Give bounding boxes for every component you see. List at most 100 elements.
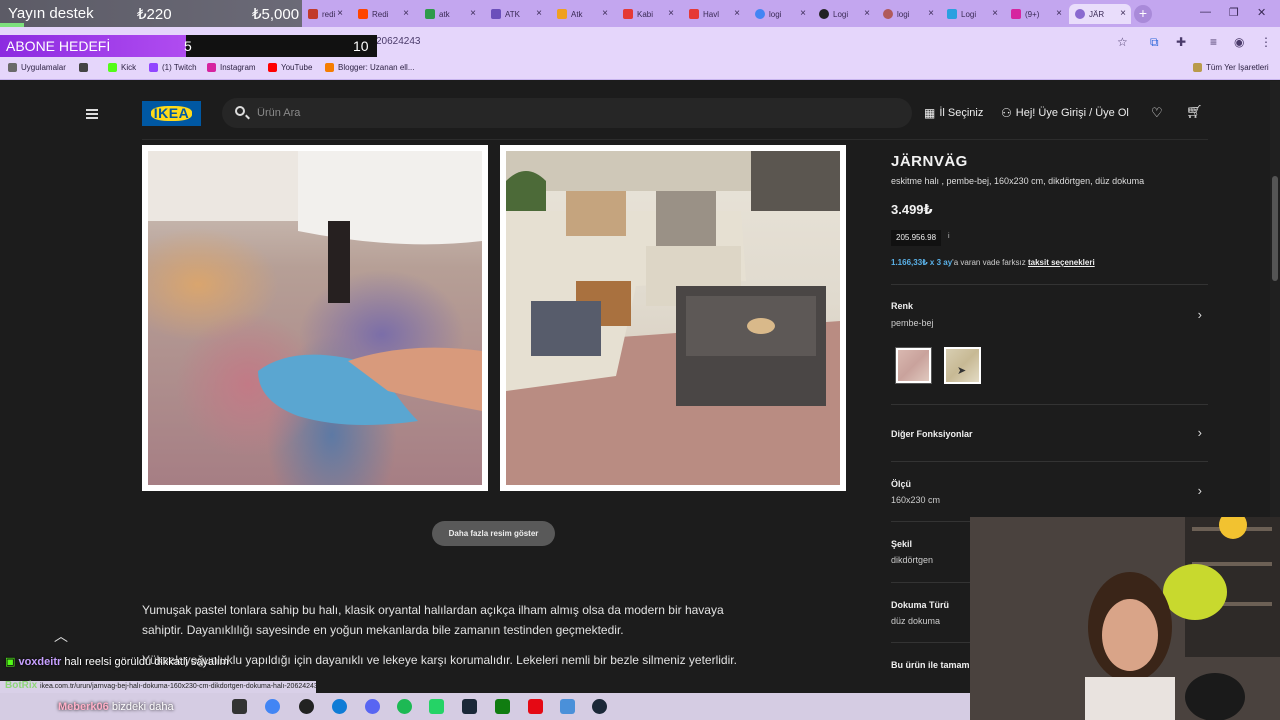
tab-favicon bbox=[308, 9, 318, 19]
url-text[interactable]: 20624243 bbox=[376, 36, 421, 47]
browser-tab[interactable]: logi × bbox=[877, 4, 939, 24]
product-image-livingroom[interactable] bbox=[500, 145, 846, 491]
browser-tab[interactable]: Logi × bbox=[813, 4, 875, 24]
discord-icon[interactable] bbox=[365, 699, 380, 714]
steam-icon[interactable] bbox=[462, 699, 477, 714]
bookmark-twitch[interactable]: (1) Twitch bbox=[149, 63, 197, 72]
chevron-right-icon[interactable]: › bbox=[1198, 483, 1202, 498]
close-icon[interactable]: × bbox=[602, 8, 608, 19]
tab-favicon bbox=[755, 9, 765, 19]
chat-text: bizdeki daha bbox=[111, 701, 174, 713]
sub-goal-current: 5 bbox=[184, 38, 192, 54]
close-icon[interactable]: × bbox=[1120, 8, 1126, 19]
menu-icon[interactable]: ⋮ bbox=[1260, 35, 1272, 49]
chevron-right-icon[interactable]: › bbox=[1198, 425, 1202, 440]
heart-icon[interactable]: ♡ bbox=[1151, 105, 1163, 121]
browser-tab[interactable]: Kabi × bbox=[617, 4, 679, 24]
whatsapp-icon[interactable] bbox=[429, 699, 444, 714]
close-icon[interactable]: × bbox=[928, 8, 934, 19]
new-tab-button[interactable]: + bbox=[1134, 5, 1152, 23]
reading-list-icon[interactable]: ≡ bbox=[1210, 35, 1217, 49]
settings-icon[interactable] bbox=[560, 699, 575, 714]
search-icon bbox=[235, 106, 245, 116]
ikea-logo[interactable]: IKEA bbox=[142, 101, 201, 126]
netflix-icon[interactable] bbox=[528, 699, 543, 714]
bookmark-apps[interactable]: Uygulamalar bbox=[8, 63, 66, 72]
close-icon[interactable]: × bbox=[470, 8, 476, 19]
close-icon[interactable]: × bbox=[1056, 8, 1062, 19]
obs-icon[interactable] bbox=[299, 699, 314, 714]
installment-options-link[interactable]: taksit seçenekleri bbox=[1028, 258, 1095, 267]
bookmark-youtube[interactable]: YouTube bbox=[268, 63, 312, 72]
edge-icon[interactable] bbox=[332, 699, 347, 714]
cleaning-scene-art bbox=[148, 151, 482, 425]
streamer-webcam-image bbox=[970, 517, 1280, 720]
bookmark-blogger[interactable]: Blogger: Uzanan ell... bbox=[325, 63, 415, 72]
close-window-icon[interactable]: ✕ bbox=[1257, 6, 1266, 19]
tab-favicon bbox=[1075, 9, 1085, 19]
browser-tab[interactable]: redi × bbox=[302, 4, 348, 24]
more-images-button[interactable]: Daha fazla resim göster bbox=[432, 521, 555, 546]
browser-tab[interactable]: Atk × bbox=[551, 4, 613, 24]
donation-label: Yayın destek bbox=[8, 5, 94, 22]
product-image-cleaning[interactable] bbox=[142, 145, 488, 491]
browser-tab[interactable]: Redi × bbox=[352, 4, 414, 24]
color-option-row[interactable]: Renk pembe-bej › ➤ bbox=[891, 284, 1208, 404]
xbox-icon[interactable] bbox=[495, 699, 510, 714]
bot-name: BotRix bbox=[5, 680, 38, 691]
store-icon: ▦ bbox=[924, 106, 936, 120]
store-select-link[interactable]: ▦ İl Seçiniz bbox=[924, 106, 983, 120]
size-row[interactable]: Ölçü 160x230 cm › bbox=[891, 461, 1208, 521]
chat-platform-icon: ▣ bbox=[5, 656, 16, 668]
color-swatch-pink-beige[interactable] bbox=[895, 347, 932, 384]
extensions-icon[interactable]: ✚ bbox=[1176, 35, 1186, 49]
search-bar[interactable] bbox=[222, 98, 912, 128]
spotify-icon[interactable] bbox=[397, 699, 412, 714]
browser-tab[interactable]: atk × bbox=[419, 4, 481, 24]
shape-value: dikdörtgen bbox=[891, 555, 934, 565]
bookmark-instagram[interactable]: Instagram bbox=[207, 63, 256, 72]
close-icon[interactable]: × bbox=[864, 8, 870, 19]
steam-client-icon[interactable] bbox=[592, 699, 607, 714]
task-view-icon[interactable] bbox=[232, 699, 247, 714]
translate-icon[interactable]: ⧉ bbox=[1150, 35, 1159, 50]
weave-label: Dokuma Türü bbox=[891, 600, 950, 610]
minimize-icon[interactable]: — bbox=[1200, 6, 1211, 18]
chat-username: Meberk06 bbox=[58, 701, 109, 713]
tab-favicon bbox=[689, 9, 699, 19]
hamburger-menu-icon[interactable] bbox=[86, 109, 98, 121]
color-label: Renk bbox=[891, 301, 914, 311]
sub-goal-overlay: ABONE HEDEFİ 5 10 bbox=[0, 35, 377, 57]
close-icon[interactable]: × bbox=[800, 8, 806, 19]
other-functions-row[interactable]: Diğer Fonksiyonlar › bbox=[891, 404, 1208, 461]
scrollbar-thumb[interactable] bbox=[1272, 176, 1278, 281]
close-icon[interactable]: × bbox=[536, 8, 542, 19]
size-label: Ölçü bbox=[891, 479, 912, 489]
browser-tab[interactable]: Logi × bbox=[941, 4, 1003, 24]
chevron-right-icon[interactable]: › bbox=[1198, 307, 1202, 322]
restore-icon[interactable]: ❐ bbox=[1229, 6, 1239, 19]
info-icon[interactable]: i bbox=[948, 233, 950, 240]
product-subtitle: eskitme halı , pembe-bej, 160x230 cm, di… bbox=[891, 176, 1145, 186]
close-icon[interactable]: × bbox=[403, 8, 409, 19]
profile-avatar[interactable]: ◉ bbox=[1234, 35, 1244, 49]
browser-tab[interactable]: ATK × bbox=[485, 4, 547, 24]
bookmark-kick[interactable]: Kick bbox=[108, 63, 136, 72]
tab-favicon bbox=[819, 9, 829, 19]
close-icon[interactable]: × bbox=[337, 8, 343, 19]
browser-tab[interactable]: logi × bbox=[749, 4, 811, 24]
browser-tab[interactable]: (9+) × bbox=[1005, 4, 1067, 24]
close-icon[interactable]: × bbox=[992, 8, 998, 19]
login-link[interactable]: ⚇ Hej! Üye Girişi / Üye Ol bbox=[1001, 106, 1129, 120]
browser-tab-active[interactable]: JÄR × bbox=[1069, 4, 1131, 24]
browser-tab[interactable]: Havl × bbox=[683, 4, 745, 24]
grid-icon[interactable] bbox=[79, 63, 92, 72]
search-input[interactable] bbox=[257, 103, 897, 123]
cart-icon[interactable]: 🛒︎ bbox=[1186, 104, 1203, 120]
star-icon[interactable]: ☆ bbox=[1117, 35, 1128, 49]
chrome-icon[interactable] bbox=[265, 699, 280, 714]
bookmark-all[interactable]: Tüm Yer İşaretleri bbox=[1193, 63, 1269, 72]
close-icon[interactable]: × bbox=[734, 8, 740, 19]
scroll-to-top-icon[interactable]: ︿ bbox=[54, 626, 68, 646]
close-icon[interactable]: × bbox=[668, 8, 674, 19]
